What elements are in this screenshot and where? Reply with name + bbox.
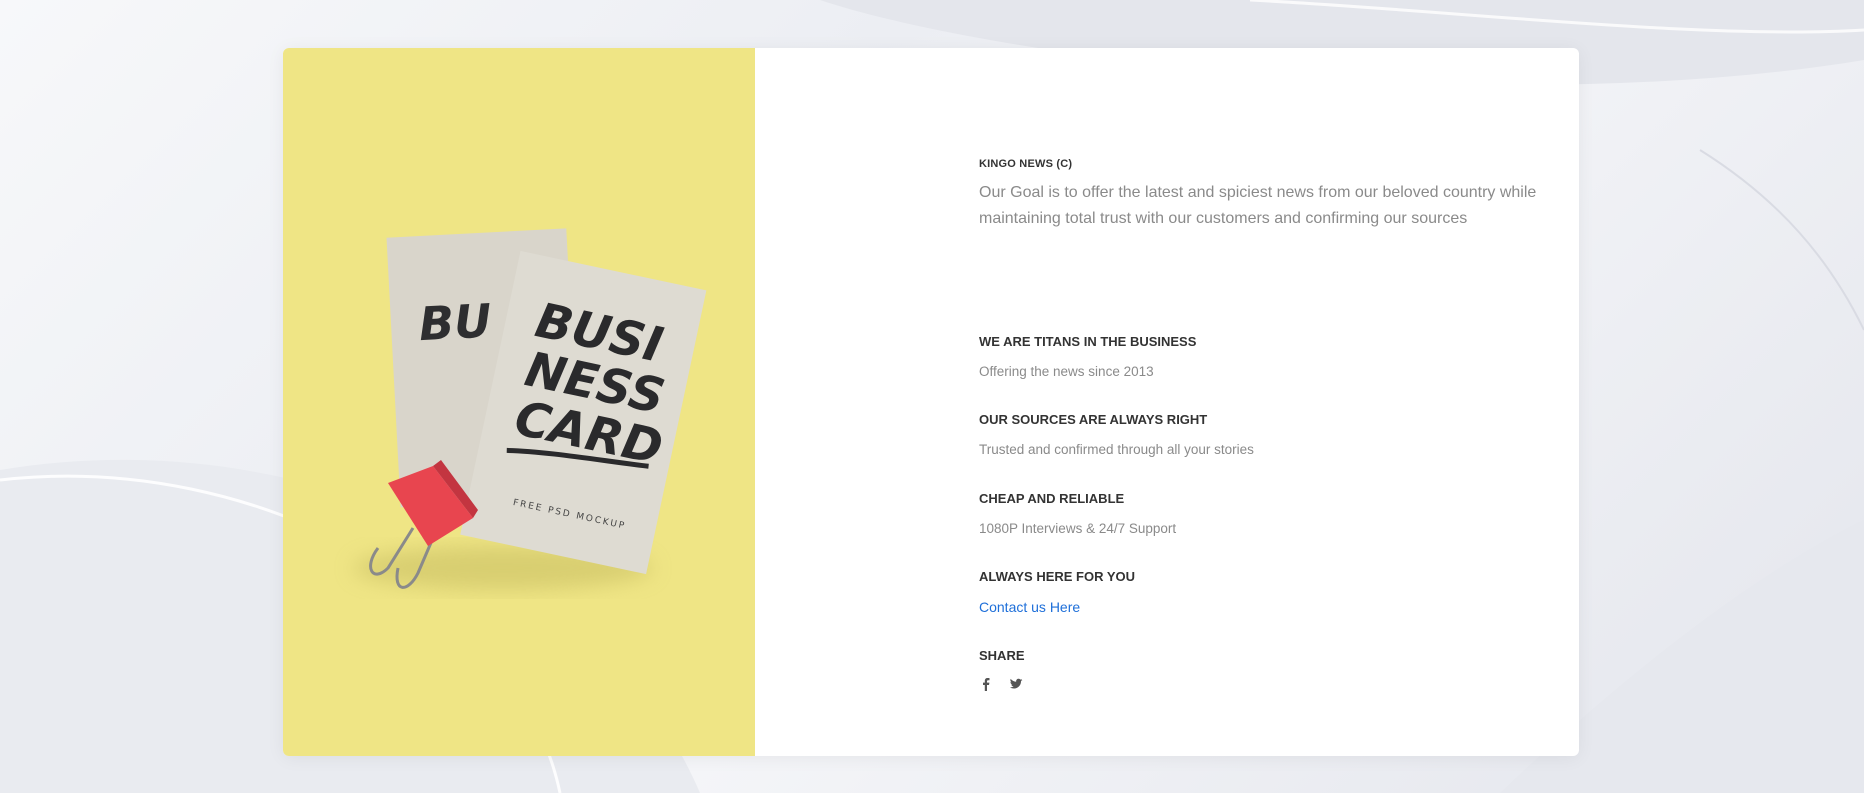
section-title: ALWAYS HERE FOR YOU	[979, 569, 1136, 584]
business-card-image: BU BUSI NESS CARD FREE PSD MOCKUP	[283, 48, 755, 756]
feature-section: OUR SOURCES ARE ALWAYS RIGHT Trusted and…	[979, 412, 1254, 457]
section-text: 1080P Interviews & 24/7 Support	[979, 521, 1177, 536]
about-content: KINGO NEWS (C) Our Goal is to offer the …	[979, 158, 1539, 691]
contact-section: ALWAYS HERE FOR YOU Contact us Here	[979, 569, 1135, 617]
section-text: Trusted and confirmed through all your s…	[979, 442, 1254, 457]
social-links	[979, 677, 1025, 691]
section-text: Offering the news since 2013	[979, 364, 1154, 379]
about-card: BU BUSI NESS CARD FREE PSD MOCKUP KINGO …	[283, 48, 1579, 756]
section-title: WE ARE TITANS IN THE BUSINESS	[979, 334, 1197, 349]
brand-title: KINGO NEWS (C)	[979, 158, 1073, 170]
intro-text: Our Goal is to offer the latest and spic…	[979, 184, 1537, 227]
svg-text:BU: BU	[418, 293, 493, 351]
feature-section: WE ARE TITANS IN THE BUSINESS Offering t…	[979, 334, 1196, 379]
facebook-icon[interactable]	[979, 677, 993, 691]
contact-link[interactable]: Contact us Here	[979, 599, 1080, 615]
share-title: SHARE	[979, 648, 1025, 663]
section-title: OUR SOURCES ARE ALWAYS RIGHT	[979, 412, 1208, 427]
section-title: CHEAP AND RELIABLE	[979, 491, 1125, 506]
share-section: SHARE	[979, 648, 1025, 691]
feature-section: CHEAP AND RELIABLE 1080P Interviews & 24…	[979, 491, 1176, 536]
twitter-icon[interactable]	[1009, 677, 1023, 691]
